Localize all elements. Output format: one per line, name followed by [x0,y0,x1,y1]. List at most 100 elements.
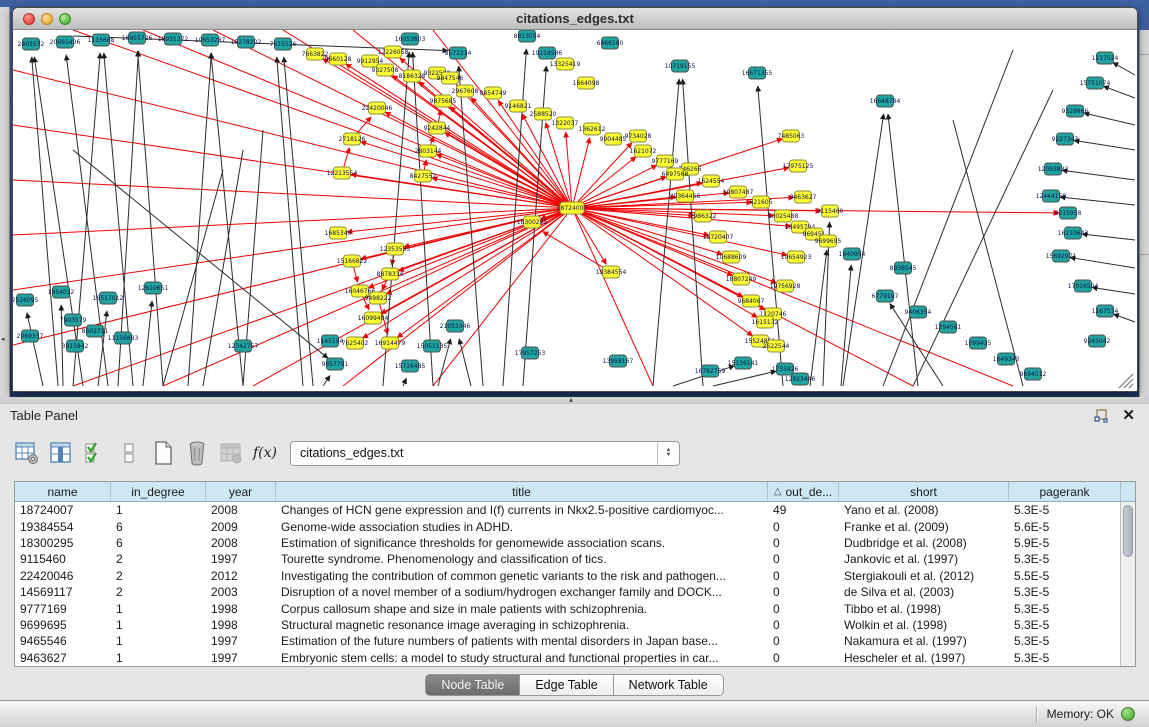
select-all-icon[interactable] [82,440,108,466]
network-node[interactable]: 1649343 [993,353,1020,365]
delete-column-icon[interactable] [184,440,210,466]
network-node[interactable]: 12342757 [228,340,259,352]
network-node[interactable]: 21053346 [440,320,471,332]
table-cell[interactable]: Embryonic stem cells: a model to study s… [276,651,768,665]
table-cell[interactable]: 9115460 [15,552,111,566]
table-cell[interactable]: Corpus callosum shape and size in male p… [276,602,768,616]
network-node[interactable]: 1362612 [579,123,606,135]
network-node[interactable]: 11156883 [108,332,139,344]
table-row[interactable]: 1456911722003Disruption of a novel membe… [15,584,1135,600]
network-node[interactable]: 9242844 [424,122,451,134]
network-node[interactable]: 1954032 [48,286,75,298]
scrollbar-thumb[interactable] [1123,505,1133,557]
network-node[interactable]: 9406354 [905,306,932,318]
table-cell[interactable]: Yano et al. (2008) [839,503,1009,517]
table-cell[interactable]: 5.3E-5 [1009,618,1121,632]
network-node[interactable]: 16053803 [395,33,426,45]
network-node[interactable]: 9694512 [1020,368,1047,380]
network-node[interactable]: 8454749 [480,87,507,99]
network-node[interactable]: 1864098 [573,77,600,89]
table-cell[interactable]: 9463627 [15,651,111,665]
network-node[interactable]: 7515526 [270,38,297,50]
table-cell[interactable]: 5.5E-5 [1009,569,1121,583]
table-cell[interactable]: 9777169 [15,602,111,616]
table-cell[interactable]: 22420046 [15,569,111,583]
network-node[interactable]: 7485063 [778,130,805,142]
network-node[interactable]: 9875685 [430,95,457,107]
network-window-titlebar[interactable]: citations_edges.txt [13,8,1137,30]
right-panel-divider[interactable] [1139,30,1149,397]
table-cell[interactable]: 1998 [206,602,276,616]
network-node[interactable]: 9463627 [790,191,817,203]
table-cell[interactable]: 2003 [206,585,276,599]
network-hub-node[interactable]: 18724007 [557,202,588,214]
network-node[interactable]: 15136141 [728,357,759,369]
column-header-name[interactable]: name [15,482,111,501]
network-node[interactable]: 15716485 [395,360,426,372]
network-node[interactable]: 1117524 [1092,52,1119,64]
network-node[interactable]: 19384554 [596,266,627,278]
network-node[interactable]: 1322037 [552,117,579,129]
network-node[interactable]: 8215958 [1055,207,1082,219]
network-node[interactable]: 2405572 [18,38,45,50]
tab-network-table[interactable]: Network Table [614,674,724,696]
table-row[interactable]: 946554611997Estimation of the future num… [15,633,1135,649]
network-node[interactable]: 16914479 [375,337,406,349]
network-node[interactable]: 15051135 [417,340,448,352]
table-cell[interactable]: 2012 [206,569,276,583]
network-node[interactable]: 2718126 [339,133,366,145]
memory-status-icon[interactable] [1121,707,1135,721]
new-column-icon[interactable] [150,440,176,466]
table-cell[interactable]: 14569117 [15,585,111,599]
table-cell[interactable]: 5.3E-5 [1009,503,1121,517]
left-panel-divider[interactable]: ◂ [0,7,10,397]
network-node[interactable]: 2069337 [17,330,44,342]
table-cell[interactable]: 1997 [206,552,276,566]
network-node[interactable]: 13325419 [550,58,581,70]
table-cell[interactable]: Genome-wide association studies in ADHD. [276,520,768,534]
table-cell[interactable]: Estimation of significance thresholds fo… [276,536,768,550]
table-cell[interactable]: 18300295 [15,536,111,550]
table-cell[interactable]: 9699695 [15,618,111,632]
network-node[interactable]: 16099484 [358,312,389,324]
column-header-year[interactable]: year [206,482,276,501]
column-header-in_degree[interactable]: in_degree [111,482,206,501]
network-node[interactable]: 1099435 [965,337,992,349]
horizontal-splitter[interactable]: ▴ [0,397,1149,404]
network-node[interactable]: 8813054 [514,30,541,42]
network-node[interactable]: 2526095 [13,294,39,306]
network-node[interactable]: 17957253 [515,347,546,359]
network-node[interactable]: 16671355 [742,67,773,79]
table-row[interactable]: 1872400712008Changes of HCN gene express… [15,502,1135,518]
table-cell[interactable]: Wolkin et al. (1998) [839,618,1009,632]
table-cell[interactable]: Stergiakouli et al. (2012) [839,569,1009,583]
network-node[interactable]: 15166822 [337,255,368,267]
network-node[interactable]: 15692971 [1046,250,1077,262]
splitter-collapse-icon[interactable]: ▴ [569,395,573,404]
table-cell[interactable]: 1 [111,618,206,632]
network-node[interactable]: 20364456 [670,190,701,202]
table-cell[interactable]: 0 [768,585,839,599]
network-node[interactable]: 16782759 [695,365,726,377]
column-header-short[interactable]: short [839,482,1009,501]
tab-node-table[interactable]: Node Table [425,674,520,696]
network-node[interactable]: 6779197 [872,290,899,302]
network-node[interactable]: 16720407 [703,231,734,243]
table-cell[interactable]: Changes of HCN gene expression and I(f) … [276,503,768,517]
table-cell[interactable]: 2008 [206,503,276,517]
table-cell[interactable]: 1 [111,602,206,616]
table-cell[interactable]: 1997 [206,634,276,648]
table-cell[interactable]: 2 [111,569,206,583]
table-cell[interactable]: 6 [111,520,206,534]
table-row[interactable]: 969969511998Structural magnetic resonanc… [15,617,1135,633]
network-node[interactable]: 13958167 [603,355,634,367]
table-cell[interactable]: Investigating the contribution of common… [276,569,768,583]
table-cell[interactable]: 5.3E-5 [1009,552,1121,566]
network-node[interactable]: 1115688 [88,34,115,46]
network-node[interactable]: 1624554 [698,175,725,187]
table-cell[interactable]: Jankovic et al. (1997) [839,552,1009,566]
tab-edge-table[interactable]: Edge Table [520,674,613,696]
table-cell[interactable]: 2008 [206,536,276,550]
close-panel-icon[interactable]: ✕ [1122,406,1135,424]
table-cell[interactable]: Disruption of a novel member of a sodium… [276,585,768,599]
